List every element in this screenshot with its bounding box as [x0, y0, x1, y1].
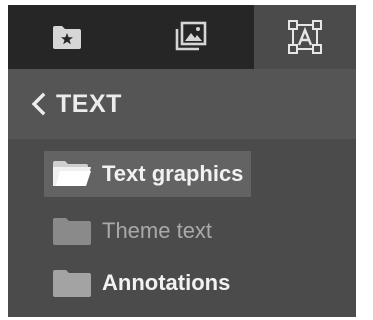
panel-title: TEXT	[56, 89, 122, 118]
chevron-left-icon[interactable]	[28, 91, 50, 117]
text-panel: TEXT Text graphics Theme text Annotation…	[8, 5, 356, 317]
list-item-theme-text[interactable]: Theme text	[44, 208, 212, 254]
image-gallery-icon	[175, 21, 207, 51]
list-item-text-graphics[interactable]: Text graphics	[44, 151, 252, 197]
tab-bar	[8, 5, 356, 69]
starred-folder-icon	[53, 26, 81, 49]
folder-icon	[53, 270, 91, 297]
text-frame-icon	[288, 20, 322, 54]
list-item-annotations[interactable]: Annotations	[44, 260, 230, 306]
panel-header: TEXT	[8, 69, 356, 139]
tab-media[interactable]	[126, 5, 254, 69]
folder-icon	[53, 218, 91, 245]
list-item-label: Text graphics	[102, 161, 244, 186]
list-item-label: Theme text	[102, 218, 213, 243]
tab-favorites[interactable]	[8, 5, 126, 69]
tab-text[interactable]	[254, 5, 356, 69]
list-item-label: Annotations	[102, 270, 231, 295]
open-folder-icon	[53, 161, 91, 186]
